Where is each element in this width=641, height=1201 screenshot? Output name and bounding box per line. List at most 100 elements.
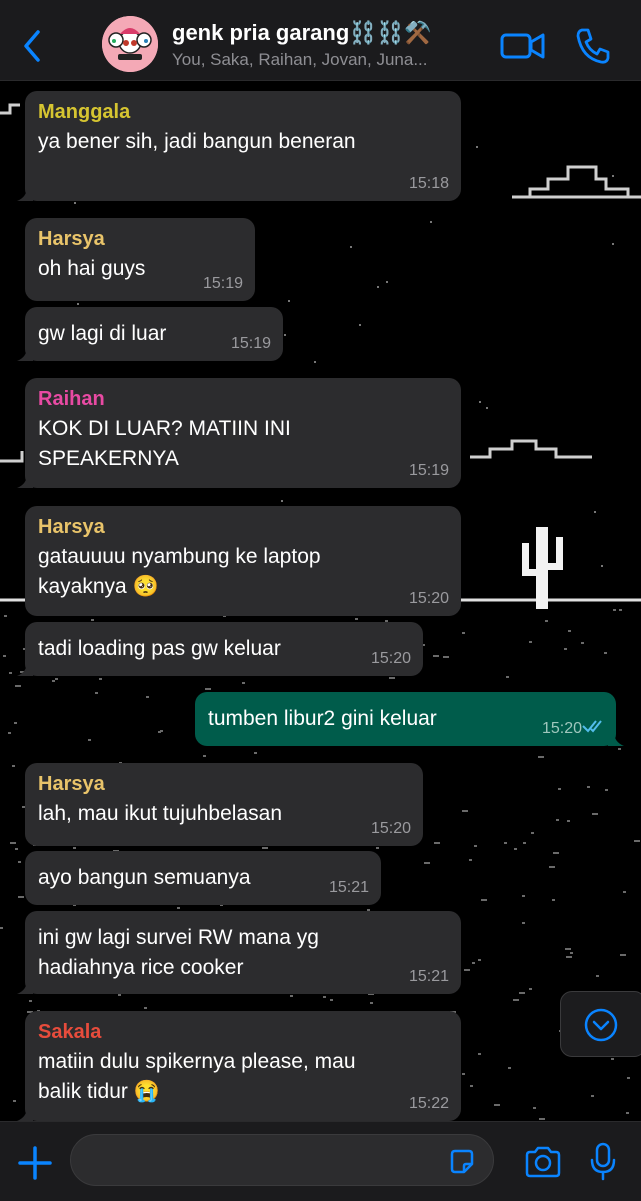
ground-speck <box>462 810 468 812</box>
ground-speck <box>494 1104 500 1106</box>
incoming-message-bubble[interactable]: Raihan KOK DI LUAR? MATIIN INI SPEAKERNYA 1… <box>17 378 461 488</box>
message-text: ayo bangun semuanya <box>38 866 251 889</box>
message-timestamp: 15:18 <box>408 175 449 192</box>
ground-speck <box>290 995 293 997</box>
incoming-message-bubble[interactable]: Harsya lah, mau ikut tujuhbelasan 15:20 <box>25 763 423 846</box>
message-sender-name[interactable]: Harsya <box>38 773 105 796</box>
camera-icon[interactable] <box>524 1146 562 1178</box>
ground-speck <box>424 862 430 864</box>
message-timestamp: 15:20 <box>541 720 582 737</box>
ground-speck <box>620 954 626 956</box>
star-speck <box>284 334 286 336</box>
incoming-message-bubble[interactable]: tadi loading pas gw keluar 15:20 <box>17 622 423 676</box>
ground-speck <box>9 672 12 674</box>
incoming-message-bubble[interactable]: Harsya gatauuuu nyambung ke laptop kayakny… <box>25 506 461 616</box>
message-sender-name[interactable]: Sakala <box>38 1021 101 1044</box>
microphone-icon[interactable] <box>588 1142 618 1182</box>
ground-speck <box>522 895 525 897</box>
incoming-message-bubble[interactable]: ayo bangun semuanya 15:21 <box>25 851 381 905</box>
chat-participants[interactable]: You, Saka, Raihan, Jovan, Juna... <box>172 50 477 70</box>
ground-speck <box>434 842 440 844</box>
message-text: SPEAKERNYA <box>38 447 179 470</box>
ground-speck <box>478 959 481 961</box>
ground-speck <box>15 685 21 687</box>
ground-speck <box>627 1077 630 1079</box>
ground-speck <box>144 1007 147 1009</box>
message-text: hadiahnya rice cooker <box>38 956 244 979</box>
ground-speck <box>570 952 573 954</box>
star-speck <box>77 303 79 305</box>
message-timestamp: 15:21 <box>408 968 449 985</box>
outgoing-message-bubble[interactable]: tumben libur2 gini keluar 15:20 <box>195 692 624 746</box>
ground-speck <box>262 847 268 849</box>
incoming-message-bubble[interactable]: Harsya oh hai guys 15:19 <box>25 218 255 301</box>
ground-speck <box>481 899 487 901</box>
video-call-icon[interactable] <box>500 30 546 62</box>
message-sender-name[interactable]: Raihan <box>38 388 105 411</box>
composer-bar <box>0 1121 641 1201</box>
ground-speck <box>242 682 245 684</box>
ground-speck <box>529 641 532 643</box>
ground-speck <box>478 1053 481 1055</box>
ground-speck <box>4 615 7 617</box>
star-speck <box>612 175 614 177</box>
incoming-message-bubble[interactable]: ini gw lagi survei RW mana yg hadiahnya r… <box>17 911 461 994</box>
ground-speck <box>12 765 15 767</box>
message-timestamp: 15:19 <box>408 462 449 479</box>
scroll-to-bottom-button[interactable] <box>560 991 641 1057</box>
phone-icon[interactable] <box>574 26 610 66</box>
message-text: matiin dulu spikernya please, mau <box>38 1050 356 1073</box>
read-receipt-icon <box>582 720 602 733</box>
ground-speck <box>469 859 472 861</box>
ground-speck <box>566 956 572 958</box>
chat-title[interactable]: genk pria garang⛓️⛓️⚒️ <box>172 20 431 46</box>
incoming-message-bubble[interactable]: Sakala matiin dulu spikernya please, mau b… <box>17 1011 461 1121</box>
message-text: oh hai guys <box>38 257 146 280</box>
incoming-message-bubble[interactable]: Manggala ya bener sih, jadi bangun benera… <box>17 91 461 201</box>
bubble-tail <box>17 662 33 676</box>
bubble-tail <box>17 1107 33 1121</box>
ground-speck <box>52 680 55 682</box>
message-input[interactable] <box>70 1134 494 1186</box>
ground-speck <box>523 842 526 844</box>
message-sender-name[interactable]: Harsya <box>38 228 105 251</box>
message-list[interactable]: Manggala ya bener sih, jadi bangun benera… <box>0 81 641 1121</box>
back-chevron-icon[interactable] <box>18 26 46 66</box>
message-text: ya bener sih, jadi bangun beneran <box>38 130 356 153</box>
ground-speck <box>370 1002 373 1004</box>
ground-speck <box>545 620 548 622</box>
plus-icon[interactable] <box>18 1146 52 1180</box>
bubble-tail <box>17 474 33 488</box>
star-speck <box>476 146 478 148</box>
message-timestamp: 15:21 <box>328 879 369 896</box>
ground-speck <box>581 642 584 644</box>
bubble-tail <box>17 980 33 994</box>
sticker-icon[interactable] <box>448 1148 476 1176</box>
ground-speck <box>626 1112 629 1114</box>
star-speck <box>74 202 76 204</box>
ground-speck <box>504 842 507 844</box>
star-speck <box>386 281 388 283</box>
message-sender-name[interactable]: Manggala <box>38 101 130 124</box>
group-avatar[interactable] <box>102 16 158 72</box>
incoming-message-bubble[interactable]: gw lagi di luar 15:19 <box>17 307 283 361</box>
message-timestamp: 15:19 <box>230 335 271 352</box>
bubble-tail <box>17 187 33 201</box>
powerpuff-avatar-icon <box>102 16 158 72</box>
ground-speck <box>10 842 16 844</box>
ground-speck <box>522 922 525 924</box>
ground-speck <box>18 861 21 863</box>
message-text: balik tidur 😭 <box>38 1080 160 1103</box>
ground-speck <box>508 1067 511 1069</box>
message-timestamp: 15:20 <box>408 590 449 607</box>
ground-speck <box>506 676 509 678</box>
message-text: gatauuuu nyambung ke laptop <box>38 545 321 568</box>
ground-speck <box>99 678 102 680</box>
message-sender-name[interactable]: Harsya <box>38 516 105 539</box>
ground-speck <box>470 1085 473 1087</box>
ground-speck <box>3 655 6 657</box>
ground-speck <box>389 677 395 679</box>
ground-speck <box>514 848 517 850</box>
ground-speck <box>203 755 206 757</box>
ground-speck <box>553 852 559 854</box>
